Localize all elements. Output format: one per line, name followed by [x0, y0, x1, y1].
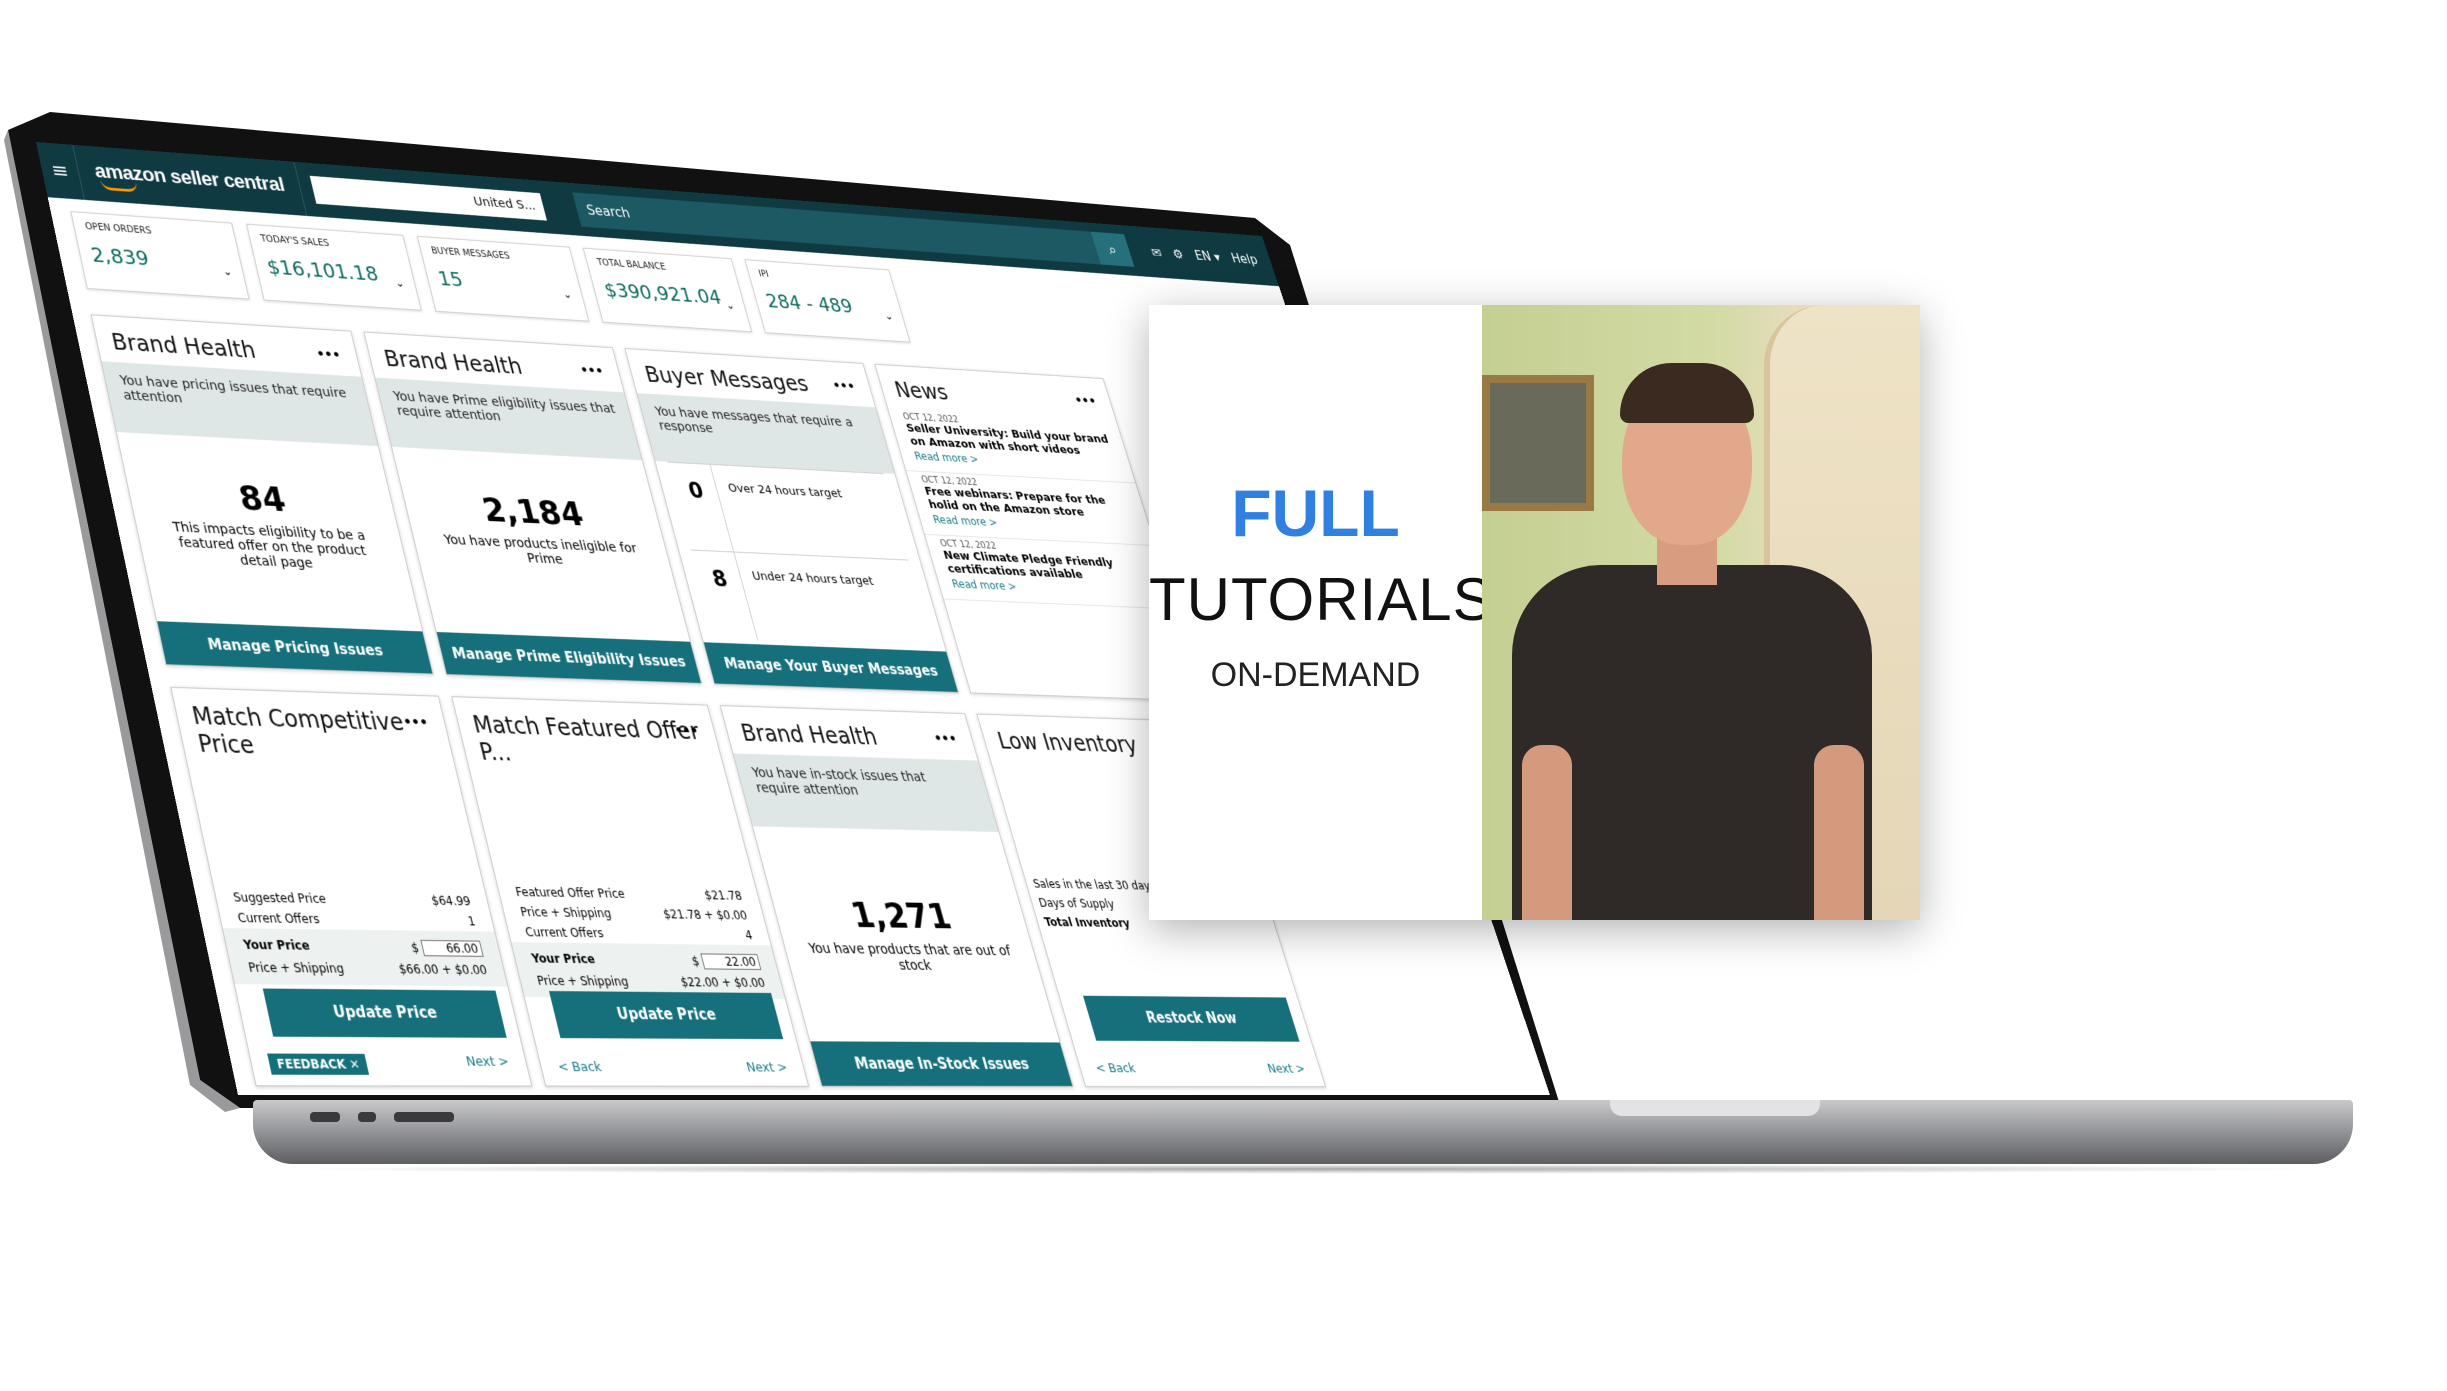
stat-open-orders[interactable]: Open Orders 2,839 ⌄: [70, 211, 250, 300]
sales-last-30-days-label: Sales in the last 30 days: [1031, 877, 1157, 893]
stat-todays-sales[interactable]: Today's Sales $16,101.18 ⌄: [246, 223, 422, 311]
currency-symbol: $: [409, 940, 421, 956]
stat-label: Buyer Messages: [430, 246, 511, 262]
your-price-input[interactable]: 66.00: [420, 939, 484, 957]
cards-grid: Brand Health ••• You have pricing issues …: [90, 314, 1327, 1088]
laptop-base: [253, 1100, 2353, 1164]
next-link[interactable]: Next >: [465, 1054, 512, 1075]
manage-prime-eligibility-button[interactable]: Manage Prime Eligibility Issues: [436, 631, 701, 683]
card-count: 1,271: [846, 895, 956, 938]
promo-text-panel: FULL TUTORIALS ON-DEMAND: [1149, 305, 1494, 920]
featured-offer-label: Featured Offer Price: [514, 885, 627, 901]
update-price-button[interactable]: Update Price: [262, 988, 507, 1038]
your-price-label: Your Price: [242, 937, 311, 953]
promo-card: FULL TUTORIALS ON-DEMAND: [1149, 305, 1920, 920]
price-shipping-value: $22.00 + $0.00: [679, 975, 767, 990]
language-selector[interactable]: EN ▾: [1193, 248, 1222, 264]
message-label: Over 24 hours target: [726, 481, 844, 501]
promo-subheadline: TUTORIALS: [1149, 566, 1494, 633]
price-shipping-value: $21.78 + $0.00: [661, 907, 749, 923]
feedback-button[interactable]: FEEDBACK ✕: [267, 1053, 370, 1075]
chevron-down-icon[interactable]: ⌄: [561, 288, 573, 301]
chevron-down-icon[interactable]: ⌄: [394, 277, 406, 290]
more-options-icon[interactable]: •••: [932, 731, 959, 747]
message-label: Under 24 hours target: [750, 569, 876, 589]
more-options-icon[interactable]: •••: [579, 363, 605, 379]
stat-value: 2,839: [89, 244, 152, 271]
presenter-photo: [1482, 305, 1920, 920]
stat-label: Open Orders: [84, 221, 153, 237]
news-item: OCT 12, 2022 New Climate Pledge Friendly …: [925, 534, 1176, 610]
laptop-shadow: [280, 1164, 2330, 1174]
stat-buyer-messages[interactable]: Buyer Messages 15 ⌄: [416, 235, 590, 322]
days-of-supply-label: Days of Supply: [1037, 896, 1116, 911]
back-link[interactable]: < Back: [1094, 1061, 1138, 1076]
chevron-down-icon[interactable]: ⌄: [724, 299, 736, 312]
promo-tagline: ON-DEMAND: [1210, 656, 1421, 694]
current-offers-value: 4: [743, 928, 755, 943]
update-price-button[interactable]: Update Price: [549, 991, 784, 1040]
more-options-icon[interactable]: •••: [1073, 394, 1098, 409]
message-row[interactable]: 0 Over 24 hours target: [667, 461, 909, 560]
current-offers-value: 1: [466, 914, 477, 929]
next-link[interactable]: Next >: [1266, 1062, 1308, 1077]
message-row[interactable]: 8 Under 24 hours target: [690, 549, 934, 648]
wall-painting: [1482, 375, 1594, 511]
amazon-smile-icon: [100, 179, 139, 193]
card-description: You have products that are out of stock: [807, 940, 1013, 974]
presenter-arm: [1522, 745, 1572, 920]
currency-symbol: $: [690, 954, 701, 969]
more-options-icon[interactable]: •••: [673, 723, 700, 739]
current-offers-label: Current Offers: [523, 925, 605, 941]
price-shipping-label: Price + Shipping: [535, 973, 630, 989]
presenter-hair: [1620, 363, 1754, 423]
back-link[interactable]: < Back: [556, 1060, 603, 1076]
stat-value: $390,921.04: [602, 279, 724, 310]
price-shipping-label: Price + Shipping: [518, 905, 613, 921]
chevron-down-icon[interactable]: ⌄: [221, 265, 233, 278]
price-shipping-value: $66.00 + $0.00: [397, 962, 489, 978]
more-options-icon[interactable]: •••: [315, 347, 342, 363]
manage-buyer-messages-button[interactable]: Manage Your Buyer Messages: [703, 642, 958, 692]
manage-in-stock-issues-button[interactable]: Manage In-Stock Issues: [810, 1041, 1073, 1087]
featured-offer-value: $21.78: [702, 888, 744, 903]
your-price-input[interactable]: 22.00: [700, 953, 762, 971]
hamburger-menu-icon[interactable]: ≡: [39, 158, 80, 183]
price-shipping-label: Price + Shipping: [247, 960, 346, 976]
manage-pricing-issues-button[interactable]: Manage Pricing Issues: [157, 621, 433, 674]
promo-headline: FULL: [1231, 476, 1400, 550]
help-link[interactable]: Help: [1229, 251, 1259, 267]
suggested-price-label: Suggested Price: [231, 890, 328, 907]
stat-label: Total Balance: [596, 257, 667, 273]
stat-value: 284 - 489: [763, 290, 856, 318]
restock-now-button[interactable]: Restock Now: [1083, 995, 1300, 1042]
marketplace-selector[interactable]: United S...: [309, 175, 548, 221]
mail-icon[interactable]: ✉: [1149, 245, 1163, 260]
stat-value: 15: [435, 268, 466, 292]
your-price-label: Your Price: [530, 951, 597, 967]
stat-label: Today's Sales: [259, 234, 331, 249]
presenter-arm: [1814, 745, 1864, 920]
total-inventory-label: Total Inventory: [1042, 915, 1132, 931]
more-options-icon[interactable]: •••: [831, 379, 857, 394]
more-options-icon[interactable]: •••: [402, 715, 430, 731]
gear-icon[interactable]: ⚙: [1171, 246, 1186, 261]
laptop-ports: [310, 1112, 454, 1122]
next-link[interactable]: Next >: [745, 1060, 790, 1075]
stat-label: IPI: [757, 269, 770, 280]
card-alert: You have in-stock issues that require at…: [733, 753, 999, 833]
stat-ipi[interactable]: IPI 284 - 489 ⌄: [744, 259, 911, 343]
stat-value: $16,101.18: [264, 256, 381, 287]
card-description: This impacts eligibility to be a feature…: [171, 519, 368, 572]
chevron-down-icon[interactable]: ⌄: [883, 310, 895, 322]
laptop-notch: [1610, 1100, 1820, 1116]
stat-total-balance[interactable]: Total Balance $390,921.04 ⌄: [582, 247, 753, 333]
current-offers-label: Current Offers: [236, 910, 321, 927]
suggested-price-value: $64.99: [429, 893, 473, 909]
